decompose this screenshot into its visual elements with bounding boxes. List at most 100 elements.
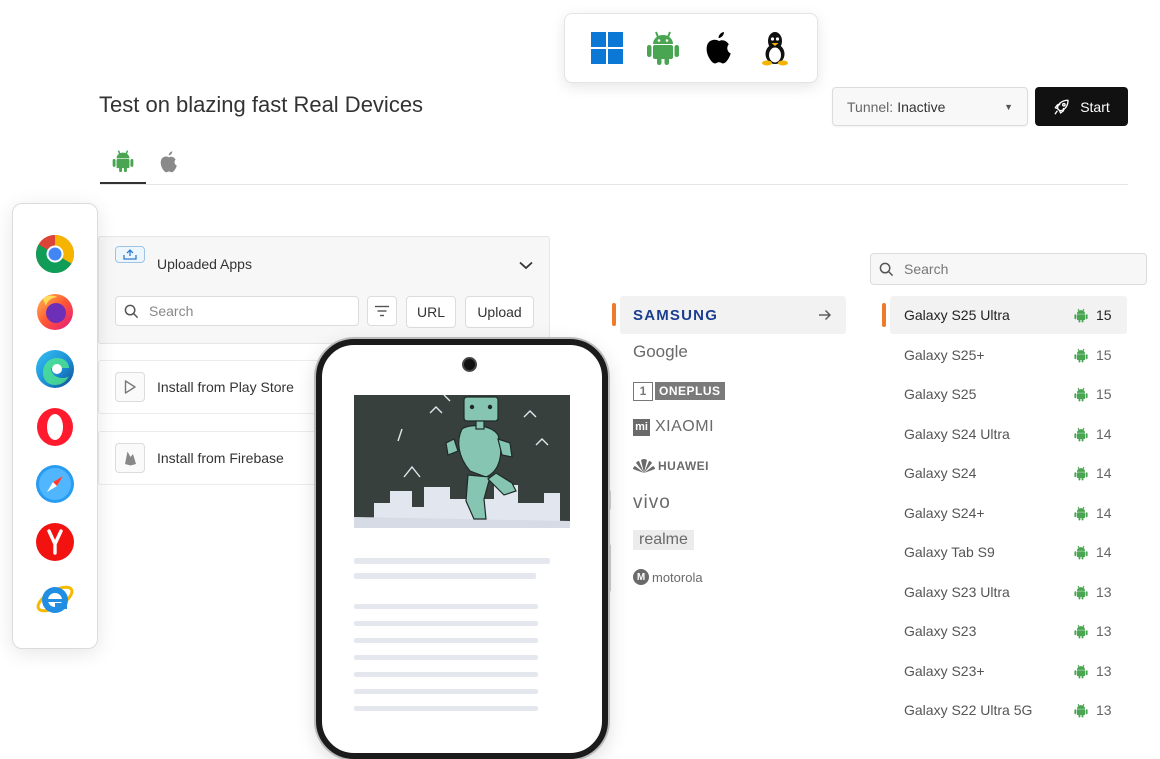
device-name: Galaxy S23 Ultra: [904, 583, 1010, 600]
filter-button[interactable]: [367, 296, 397, 326]
android-version: 15: [1096, 346, 1112, 363]
tab-ios[interactable]: [146, 140, 192, 184]
uploaded-apps-panel: Uploaded Apps URL Upload: [98, 236, 550, 344]
placeholder-line: [354, 638, 538, 643]
xiaomi-logo: XIAOMI: [655, 418, 715, 435]
brand-xiaomi[interactable]: mi XIAOMI: [620, 408, 846, 446]
apple-icon[interactable]: [701, 30, 737, 66]
tab-android[interactable]: [100, 140, 146, 184]
device-name: Galaxy S24 Ultra: [904, 425, 1010, 442]
device-active-marker: [882, 303, 886, 327]
install-firebase[interactable]: Install from Firebase: [98, 431, 328, 485]
android-icon: [1074, 664, 1088, 684]
device-row[interactable]: Galaxy S25 Ultra 15: [890, 296, 1127, 334]
google-logo: Google: [633, 342, 688, 361]
device-name: Galaxy S25 Ultra: [904, 307, 1010, 323]
device-row[interactable]: Galaxy S23 Ultra 13: [890, 573, 1127, 611]
upload-button[interactable]: Upload: [465, 296, 534, 328]
chrome-icon[interactable]: [35, 234, 75, 274]
android-icon[interactable]: [645, 30, 681, 66]
android-icon: [1074, 585, 1088, 605]
placeholder-line: [354, 706, 538, 711]
android-icon: [112, 150, 134, 172]
samsung-logo: SAMSUNG: [633, 306, 719, 324]
rocket-icon: [1054, 99, 1069, 114]
brand-vivo[interactable]: vivo: [620, 484, 846, 522]
huawei-logo: HUAWEI: [658, 459, 709, 473]
vivo-logo: vivo: [633, 492, 671, 513]
android-icon: [1074, 703, 1088, 723]
yandex-icon[interactable]: [35, 522, 75, 562]
windows-icon[interactable]: [589, 30, 625, 66]
device-row[interactable]: Galaxy S24 14: [890, 454, 1127, 492]
internet-explorer-icon[interactable]: [35, 579, 75, 619]
android-icon: [1074, 427, 1088, 447]
safari-icon[interactable]: [35, 464, 75, 504]
device-row[interactable]: Galaxy S23 13: [890, 612, 1127, 650]
brand-google[interactable]: Google: [620, 333, 846, 371]
oneplus-mark-icon: 1: [633, 381, 653, 401]
tunnel-select[interactable]: Tunnel: Inactive ▼: [832, 87, 1028, 126]
device-row[interactable]: Galaxy S22 Ultra 5G 13: [890, 691, 1127, 729]
android-icon: [1074, 545, 1088, 565]
edge-icon[interactable]: [35, 349, 75, 389]
device-name: Galaxy S25: [904, 386, 977, 402]
url-button[interactable]: URL: [406, 296, 456, 328]
device-name: Galaxy S25+: [904, 346, 985, 363]
placeholder-line: [354, 655, 538, 660]
placeholder-line: [354, 558, 550, 564]
linux-icon[interactable]: [757, 30, 793, 66]
chevron-down-icon[interactable]: [519, 257, 533, 275]
apple-icon: [160, 151, 177, 173]
brand-samsung[interactable]: SAMSUNG: [620, 296, 846, 334]
phone-mockup: [316, 339, 608, 759]
android-version: 13: [1096, 583, 1112, 600]
oneplus-logo: ONEPLUS: [655, 382, 725, 400]
install-play-store[interactable]: Install from Play Store: [98, 360, 328, 414]
android-icon: [1074, 348, 1088, 368]
android-icon: [1074, 506, 1088, 526]
android-version: 14: [1096, 465, 1112, 481]
device-row[interactable]: Galaxy S24+ 14: [890, 494, 1127, 532]
firefox-icon[interactable]: [35, 291, 75, 331]
upload-cloud-icon: [115, 246, 145, 263]
brand-huawei[interactable]: HUAWEI: [620, 447, 846, 485]
device-row[interactable]: Galaxy S24 Ultra 14: [890, 415, 1127, 453]
realme-logo: realme: [633, 530, 694, 550]
placeholder-line: [354, 689, 538, 694]
filter-icon: [375, 305, 389, 317]
android-version: 15: [1096, 386, 1112, 402]
device-row[interactable]: Galaxy Tab S9 14: [890, 533, 1127, 571]
placeholder-line: [354, 621, 538, 626]
android-version: 13: [1096, 702, 1112, 718]
brand-oneplus[interactable]: 1 ONEPLUS: [620, 372, 846, 410]
device-row[interactable]: Galaxy S25+ 15: [890, 336, 1127, 374]
device-name: Galaxy S22 Ultra 5G: [904, 702, 1033, 718]
device-name: Galaxy Tab S9: [904, 544, 995, 560]
brand-realme[interactable]: realme: [620, 521, 846, 559]
android-version: 14: [1096, 504, 1112, 521]
device-row[interactable]: Galaxy S23+ 13: [890, 652, 1127, 690]
android-version: 13: [1096, 623, 1112, 639]
robot-illustration: [354, 395, 570, 528]
xiaomi-mark-icon: mi: [633, 418, 650, 436]
apps-search-input[interactable]: [147, 302, 347, 320]
placeholder-line: [354, 604, 538, 609]
os-switcher: [564, 13, 818, 83]
device-search-input[interactable]: [902, 260, 1132, 278]
android-icon: [1074, 308, 1088, 328]
device-row[interactable]: Galaxy S25 15: [890, 375, 1127, 413]
motorola-mark-icon: M: [633, 569, 649, 585]
install-firebase-label: Install from Firebase: [157, 450, 284, 466]
browser-rail: [12, 203, 98, 649]
install-play-store-label: Install from Play Store: [157, 379, 294, 395]
phone-camera: [462, 357, 477, 372]
brand-motorola[interactable]: M motorola: [620, 558, 846, 596]
opera-icon[interactable]: [35, 407, 75, 447]
start-button[interactable]: Start: [1035, 87, 1128, 126]
device-name: Galaxy S23: [904, 623, 977, 639]
chevron-down-icon: ▼: [1004, 101, 1013, 112]
placeholder-line: [354, 573, 536, 579]
device-name: Galaxy S24: [904, 465, 977, 481]
page-title: Test on blazing fast Real Devices: [99, 92, 424, 117]
